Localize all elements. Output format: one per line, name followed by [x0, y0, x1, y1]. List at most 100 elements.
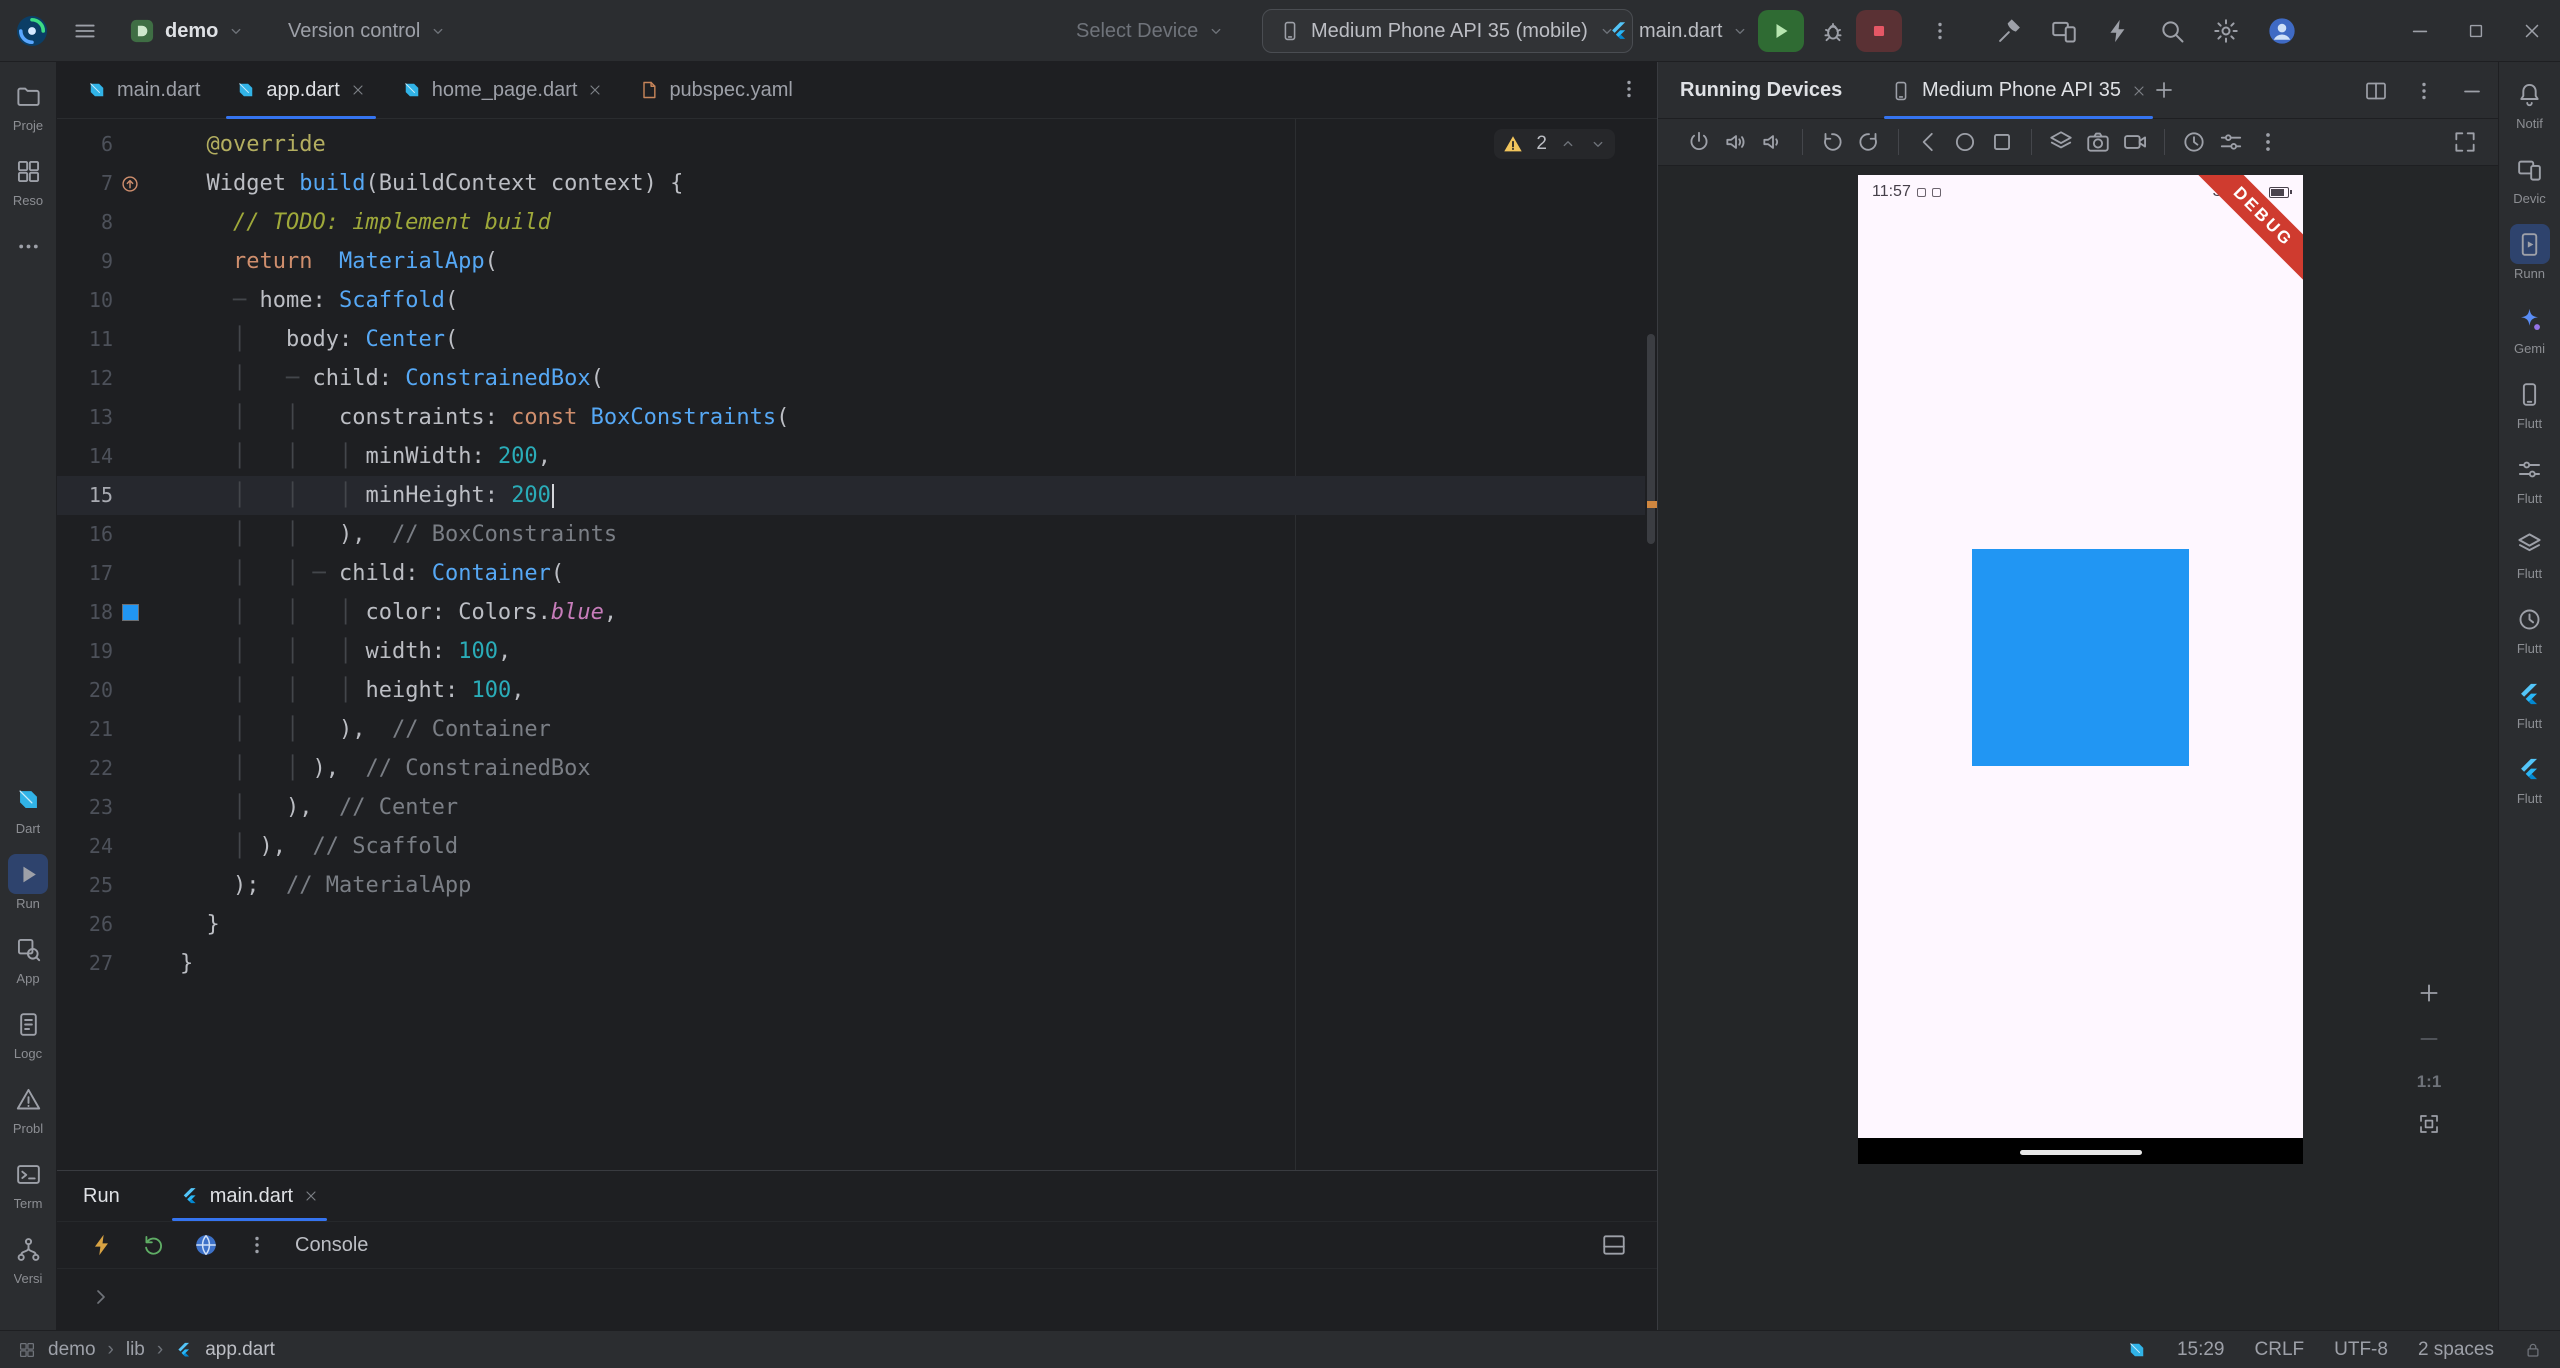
line-number[interactable]: 9 — [57, 242, 113, 281]
add-device-icon[interactable] — [2152, 78, 2176, 102]
tool-more[interactable] — [0, 226, 56, 266]
volume-down-button-icon[interactable] — [1760, 129, 1786, 155]
editor-tab-home_page.dart[interactable]: home_page.dart — [384, 62, 622, 118]
settings-gear-icon[interactable] — [2212, 17, 2240, 45]
code-line[interactable]: 24 │ ), // Scaffold — [57, 827, 1645, 866]
line-number[interactable]: 13 — [57, 398, 113, 437]
line-number[interactable]: 14 — [57, 437, 113, 476]
tool-version-control[interactable]: Versi — [0, 1229, 56, 1286]
record-button-icon[interactable] — [2122, 129, 2148, 155]
split-view-icon[interactable] — [2364, 79, 2388, 103]
line-number[interactable]: 25 — [57, 866, 113, 905]
code-line[interactable]: 18 │ │ │ color: Colors.blue, — [57, 593, 1645, 632]
code-line[interactable]: 12 │ ─ child: ConstrainedBox( — [57, 359, 1645, 398]
line-number[interactable]: 12 — [57, 359, 113, 398]
device-fullscreen-icon[interactable] — [2452, 129, 2478, 155]
line-number[interactable]: 10 — [57, 281, 113, 320]
code-line[interactable]: 25 ); // MaterialApp — [57, 866, 1645, 905]
console-tab-label[interactable]: Console — [295, 1234, 368, 1257]
editor-tab-pubspec.yaml[interactable]: pubspec.yaml — [621, 62, 810, 118]
line-number[interactable]: 19 — [57, 632, 113, 671]
code-line[interactable]: 26 } — [57, 905, 1645, 944]
line-number[interactable]: 17 — [57, 554, 113, 593]
tab-close-icon[interactable] — [350, 82, 366, 98]
gesture-pill[interactable] — [2019, 1150, 2142, 1155]
tool-terminal[interactable]: Term — [0, 1154, 56, 1211]
code-line[interactable]: 6 @override — [57, 125, 1645, 164]
breadcrumb-folder[interactable]: lib — [126, 1339, 145, 1361]
run-button[interactable] — [1758, 10, 1804, 52]
line-ending[interactable]: CRLF — [2255, 1339, 2305, 1361]
dart-analysis-icon[interactable] — [2127, 1340, 2147, 1360]
rerun-icon[interactable] — [141, 1232, 167, 1258]
user-avatar[interactable] — [2266, 15, 2298, 47]
console-output[interactable] — [57, 1268, 1657, 1330]
code-line[interactable]: 27} — [57, 944, 1645, 983]
tool-flutter-2[interactable]: Flutt — [2502, 749, 2558, 806]
overview-button-icon[interactable] — [1989, 129, 2015, 155]
tool-problems[interactable]: Probl — [0, 1079, 56, 1136]
chevron-right-icon[interactable] — [89, 1285, 113, 1309]
code-line[interactable]: 23 │ ), // Center — [57, 788, 1645, 827]
code-line[interactable]: 17 │ │ ─ child: Container( — [57, 554, 1645, 593]
line-number[interactable]: 24 — [57, 827, 113, 866]
code-line[interactable]: 8 // TODO: implement build — [57, 203, 1645, 242]
zoom-out-icon[interactable] — [2416, 1026, 2442, 1052]
select-device-widget[interactable]: Select Device — [1076, 0, 1225, 62]
file-encoding[interactable]: UTF-8 — [2334, 1339, 2388, 1361]
instant-run-icon[interactable] — [2104, 17, 2132, 45]
tool-logcat[interactable]: Logc — [0, 1004, 56, 1061]
tool-device-manager[interactable]: Devic — [2502, 149, 2558, 206]
debug-button[interactable] — [1820, 0, 1846, 62]
line-number[interactable]: 26 — [57, 905, 113, 944]
tool-run[interactable]: Run — [0, 854, 56, 911]
inspections-widget[interactable]: 2 — [1494, 129, 1615, 159]
tool-flutter-inspector[interactable]: Flutt — [2502, 524, 2558, 581]
home-button-icon[interactable] — [1952, 129, 1978, 155]
device-tab[interactable]: Medium Phone API 35 — [1876, 62, 2161, 119]
back-button-icon[interactable] — [1915, 129, 1941, 155]
run-more-button[interactable] — [1928, 0, 1952, 62]
zoom-reset-button[interactable]: 1:1 — [2417, 1072, 2442, 1092]
next-problem-icon[interactable] — [1589, 135, 1607, 153]
hide-panel-icon[interactable] — [2460, 79, 2484, 103]
editor-tab-app.dart[interactable]: app.dart — [218, 62, 383, 119]
run-tab-main-dart[interactable]: main.dart — [164, 1171, 335, 1221]
close-button[interactable] — [2504, 0, 2560, 62]
code-line[interactable]: 15 │ │ │ minHeight: 200 — [57, 476, 1645, 515]
zoom-fit-icon[interactable] — [2417, 1112, 2441, 1136]
devtools-icon[interactable] — [193, 1232, 219, 1258]
power-button-icon[interactable] — [1686, 129, 1712, 155]
code-line[interactable]: 22 │ │ ), // ConstrainedBox — [57, 749, 1645, 788]
override-gutter-icon[interactable] — [120, 174, 140, 194]
rotate-left-button-icon[interactable] — [1819, 129, 1845, 155]
code-line[interactable]: 20 │ │ │ height: 100, — [57, 671, 1645, 710]
code-line[interactable]: 21 │ │ ), // Container — [57, 710, 1645, 749]
tool-flutter-performance[interactable]: Flutt — [2502, 449, 2558, 506]
tool-flutter-outline[interactable]: Flutt — [2502, 374, 2558, 431]
breadcrumb-file[interactable]: app.dart — [205, 1339, 275, 1361]
line-number[interactable]: 6 — [57, 125, 113, 164]
tab-options-icon[interactable] — [1617, 77, 1641, 101]
line-number[interactable]: 20 — [57, 671, 113, 710]
prev-problem-icon[interactable] — [1559, 135, 1577, 153]
tool-notifications[interactable]: Notif — [2502, 74, 2558, 131]
code-line[interactable]: 13 │ │ constraints: const BoxConstraints… — [57, 398, 1645, 437]
color-preview-swatch[interactable] — [121, 604, 139, 621]
vcs-widget[interactable]: Version control — [288, 0, 447, 62]
indent-style[interactable]: 2 spaces — [2418, 1339, 2494, 1361]
hot-reload-icon[interactable] — [89, 1232, 115, 1258]
line-number[interactable]: 15 — [57, 476, 113, 515]
tool-gemini[interactable]: Gemi — [2502, 299, 2558, 356]
close-icon[interactable] — [2131, 83, 2147, 99]
code-line[interactable]: 19 │ │ │ width: 100, — [57, 632, 1645, 671]
tool-flutter-timeline[interactable]: Flutt — [2502, 599, 2558, 656]
tool-flutter-1[interactable]: Flutt — [2502, 674, 2558, 731]
search-icon[interactable] — [2158, 17, 2186, 45]
panel-options-icon[interactable] — [2412, 79, 2436, 103]
editor-scrollbar[interactable] — [1647, 334, 1655, 544]
line-number[interactable]: 16 — [57, 515, 113, 554]
line-number[interactable]: 11 — [57, 320, 113, 359]
code-editor[interactable]: 6 @override 7 Widget build(BuildContext c… — [57, 119, 1657, 1170]
screenshot-button-icon[interactable] — [2048, 129, 2074, 155]
